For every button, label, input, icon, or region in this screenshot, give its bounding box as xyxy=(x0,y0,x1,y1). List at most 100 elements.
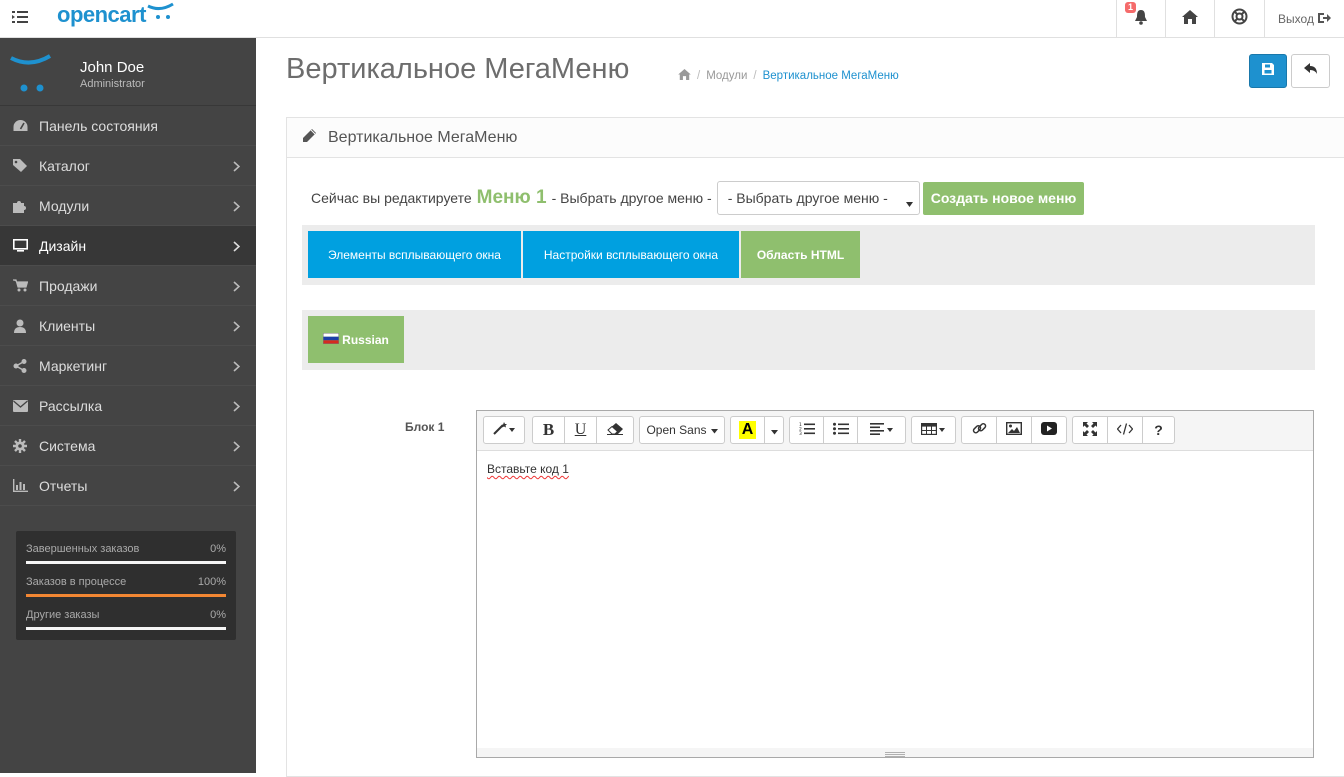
select-prompt: - Выбрать другое меню - xyxy=(551,190,712,206)
nav-item-dashboard[interactable]: Панель состояния xyxy=(0,106,256,146)
nav-item-mailing[interactable]: Рассылка xyxy=(0,386,256,426)
create-menu-button[interactable]: Создать новое меню xyxy=(922,181,1085,215)
chevron-right-icon xyxy=(233,359,241,375)
chevron-right-icon xyxy=(233,159,241,175)
font-color-icon: A xyxy=(738,421,757,439)
panel-title: Вертикальное МегаМеню xyxy=(328,128,518,146)
bold-button[interactable]: B xyxy=(532,416,565,444)
back-button[interactable] xyxy=(1291,54,1330,88)
image-button[interactable] xyxy=(996,416,1032,444)
font-family-dropdown[interactable]: Open Sans xyxy=(639,416,725,444)
ordered-list-button[interactable]: 123 xyxy=(789,416,824,444)
color-dropdown-button[interactable] xyxy=(764,416,784,444)
code-icon xyxy=(1116,422,1134,438)
unordered-list-button[interactable] xyxy=(823,416,858,444)
cart-icon xyxy=(12,278,28,294)
nav-item-sales[interactable]: Продажи xyxy=(0,266,256,306)
nav-label: Рассылка xyxy=(39,397,103,414)
text-color-button[interactable]: A xyxy=(730,416,765,444)
video-button[interactable] xyxy=(1031,416,1067,444)
question-icon: ? xyxy=(1154,422,1163,438)
cart-logo-icon xyxy=(146,2,176,28)
chevron-right-icon xyxy=(233,199,241,215)
nav-label: Дизайн xyxy=(39,237,87,254)
editor-toolbar: B U Open Sans A 123 ? xyxy=(477,411,1313,451)
main-navigation: Панель состояния Каталог Модули Дизайн П… xyxy=(0,106,256,506)
chevron-right-icon xyxy=(233,239,241,255)
tab-popup-elements[interactable]: Элементы всплывающего окна xyxy=(308,231,521,278)
pencil-icon xyxy=(303,128,316,147)
nav-item-marketing[interactable]: Маркетинг xyxy=(0,346,256,386)
nav-item-reports[interactable]: Отчеты xyxy=(0,466,256,506)
grip-icon xyxy=(885,744,905,762)
svg-text:3: 3 xyxy=(799,431,802,435)
home-icon xyxy=(1182,9,1198,29)
nav-item-catalog[interactable]: Каталог xyxy=(0,146,256,186)
nav-item-system[interactable]: Система xyxy=(0,426,256,466)
menu-select[interactable]: - Выбрать другое меню - xyxy=(716,181,920,215)
home-button[interactable] xyxy=(1165,0,1214,38)
top-header: opencart 1 Выход xyxy=(0,0,1344,38)
stat-processing: Заказов в процессе 100% xyxy=(26,572,226,605)
chevron-right-icon xyxy=(233,319,241,335)
language-tab-russian[interactable]: Russian xyxy=(308,316,404,363)
expand-icon xyxy=(1083,421,1097,439)
editor-resize-handle[interactable] xyxy=(477,748,1313,757)
breadcrumb-current[interactable]: Вертикальное МегаМеню xyxy=(763,70,899,82)
monitor-icon xyxy=(12,238,28,254)
chevron-right-icon xyxy=(233,399,241,415)
logout-button[interactable]: Выход xyxy=(1264,0,1344,38)
editing-row: Сейчас вы редактируете Меню 1 - Выбрать … xyxy=(311,181,1085,215)
nav-item-modules[interactable]: Модули xyxy=(0,186,256,226)
breadcrumb-modules[interactable]: Модули xyxy=(706,70,747,82)
help-button[interactable]: ? xyxy=(1142,416,1175,444)
link-button[interactable] xyxy=(961,416,997,444)
bold-icon: B xyxy=(542,420,555,439)
tab-html-area[interactable]: Область HTML xyxy=(741,231,860,278)
nav-label: Каталог xyxy=(39,157,90,174)
menu-icon xyxy=(12,10,28,28)
menu-toggle-button[interactable] xyxy=(0,0,40,38)
stat-progress-fill xyxy=(26,627,226,630)
bar-chart-icon xyxy=(12,478,28,494)
editor-content-area[interactable]: Вставьте код 1 xyxy=(477,451,1313,487)
notifications-button[interactable]: 1 xyxy=(1116,0,1165,38)
editor-text: Вставьте код 1 xyxy=(487,462,569,476)
style-button[interactable] xyxy=(483,416,525,444)
main-content: Вертикальное МегаМеню / Модули / Вертика… xyxy=(256,38,1344,777)
save-button[interactable] xyxy=(1249,54,1287,88)
nav-item-customers[interactable]: Клиенты xyxy=(0,306,256,346)
panel-heading: Вертикальное МегаМеню xyxy=(287,118,1344,158)
clear-format-button[interactable] xyxy=(596,416,634,444)
stat-progress-bar xyxy=(26,561,226,564)
lifebuoy-icon xyxy=(1231,8,1248,30)
fullscreen-button[interactable] xyxy=(1072,416,1108,444)
user-icon xyxy=(12,318,28,334)
breadcrumb: / Модули / Вертикальное МегаМеню xyxy=(678,69,899,83)
stat-progress-fill xyxy=(26,561,226,564)
tab-popup-settings[interactable]: Настройки всплывающего окна xyxy=(523,231,739,278)
magic-wand-icon xyxy=(493,422,515,438)
paragraph-align-button[interactable] xyxy=(857,416,906,444)
underline-icon: U xyxy=(574,421,587,438)
ordered-list-icon: 123 xyxy=(799,422,815,438)
table-button[interactable] xyxy=(911,416,956,444)
share-icon xyxy=(12,358,28,374)
language-bar: Russian xyxy=(302,310,1315,370)
order-stats: Завершенных заказов 0% Заказов в процесс… xyxy=(16,531,236,640)
nav-item-design[interactable]: Дизайн xyxy=(0,226,256,266)
stat-other: Другие заказы 0% xyxy=(26,605,226,638)
nav-label: Клиенты xyxy=(39,317,96,334)
user-profile[interactable]: John Doe Administrator xyxy=(0,38,256,106)
chevron-right-icon xyxy=(233,279,241,295)
stat-progress-bar xyxy=(26,627,226,630)
home-icon[interactable] xyxy=(678,69,691,83)
code-view-button[interactable] xyxy=(1107,416,1143,444)
page-title: Вертикальное МегаМеню xyxy=(286,53,630,85)
block-label: Блок 1 xyxy=(405,420,445,434)
table-icon xyxy=(921,422,946,438)
underline-button[interactable]: U xyxy=(564,416,597,444)
opencart-logo[interactable]: opencart xyxy=(57,2,176,28)
current-menu-name: Меню 1 xyxy=(476,187,547,208)
support-button[interactable] xyxy=(1214,0,1264,38)
